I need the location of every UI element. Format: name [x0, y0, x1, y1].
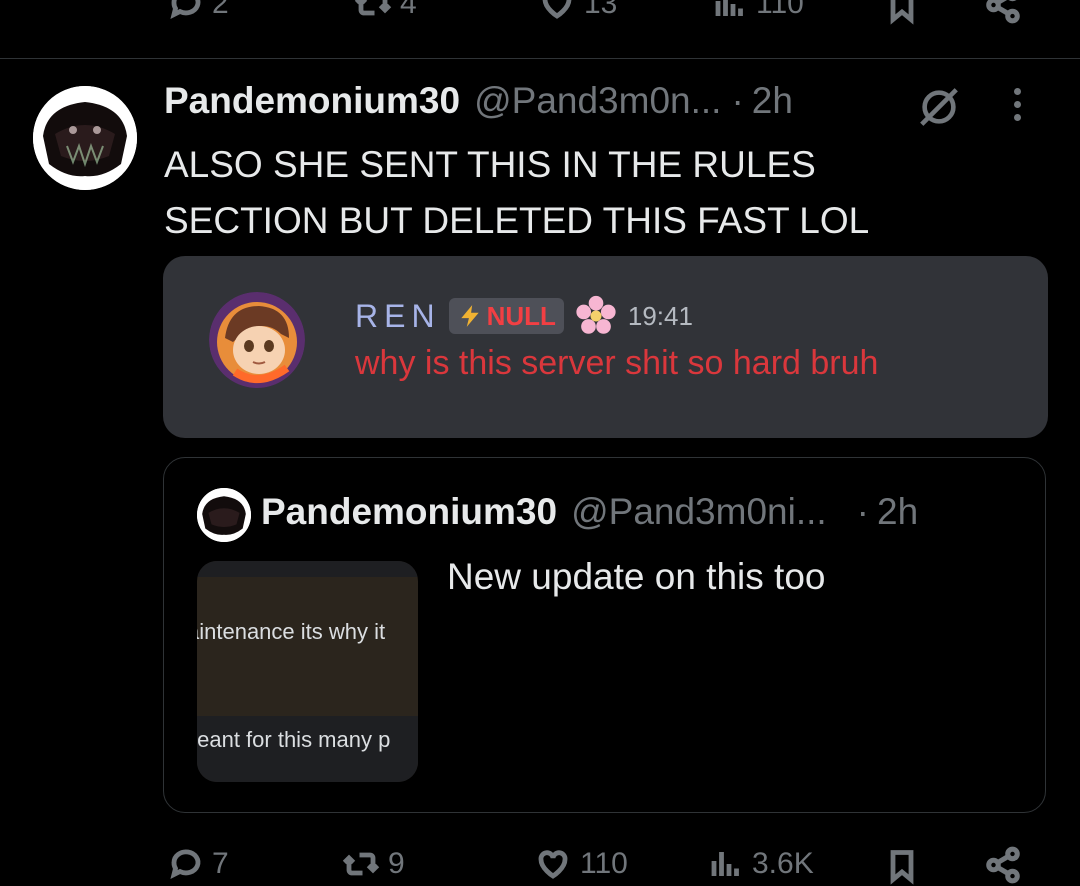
repost-icon [342, 852, 380, 876]
bookmark-icon [890, 850, 914, 885]
media-text-line: ıeant for this many p [197, 727, 391, 752]
author-handle[interactable]: @Pand3m0n... [474, 80, 721, 122]
repost-count: 4 [400, 0, 417, 20]
quoted-handle: @Pand3m0ni... [571, 491, 827, 532]
header-separator: · [731, 80, 744, 121]
like-count: 13 [584, 0, 618, 20]
grok-icon[interactable] [916, 84, 962, 135]
discord-timestamp: 19:41 [627, 300, 693, 331]
quoted-separator: · [856, 491, 869, 532]
discord-user-avatar [209, 292, 305, 388]
views-count: 110 [756, 0, 804, 20]
like-button-top[interactable]: 13 [538, 0, 617, 22]
reply-button[interactable]: 7 [168, 846, 229, 882]
views-button[interactable]: 3.6K [708, 846, 814, 882]
reply-count: 7 [212, 847, 229, 880]
media-top-band [197, 561, 418, 577]
media-text-line: aintenance its why it [197, 619, 386, 644]
repost-button-top[interactable]: 4 [354, 0, 417, 22]
discord-message-text: why is this server shit so hard bruh [355, 344, 879, 382]
tweet-timestamp[interactable]: 2h [752, 80, 793, 122]
discord-role-badge: NULL [448, 298, 564, 334]
share-button-top[interactable] [982, 0, 1024, 24]
reply-icon [170, 0, 201, 19]
share-icon [986, 846, 1020, 884]
more-icon-dot [1014, 114, 1021, 121]
views-count: 3.6K [752, 847, 814, 880]
quoted-author-avatar [197, 488, 251, 542]
bookmark-button-top[interactable] [884, 0, 920, 26]
quoted-tweet[interactable]: Pandemonium30 @Pand3m0ni... · 2h aintena… [163, 457, 1046, 813]
author-avatar[interactable] [33, 86, 137, 190]
author-display-name[interactable]: Pandemonium30 [164, 80, 460, 122]
share-button[interactable] [982, 846, 1024, 884]
views-icon [715, 0, 743, 16]
like-button[interactable]: 110 [534, 846, 628, 882]
bookmark-icon [890, 0, 914, 25]
like-count: 110 [580, 847, 628, 880]
tweet-text-line: SECTION BUT DELETED THIS FAST LOL [164, 200, 870, 241]
views-icon [711, 852, 739, 876]
discord-message-header: REN NULL 19:41 [355, 294, 693, 338]
flower-icon [576, 295, 616, 334]
reply-button-top[interactable]: 2 [168, 0, 229, 22]
tweet-header: Pandemonium30 @Pand3m0n... · 2h [164, 80, 793, 122]
more-icon-dot [1014, 88, 1021, 95]
repost-count: 9 [388, 847, 405, 880]
like-icon [538, 850, 568, 879]
reply-icon [170, 849, 201, 879]
avatar-creature-image [33, 86, 137, 190]
reply-count: 2 [212, 0, 229, 20]
like-icon [542, 0, 572, 19]
repost-icon [354, 0, 392, 16]
share-icon [986, 0, 1020, 24]
attached-discord-screenshot[interactable]: REN NULL 19:41 why is this server shit s… [163, 256, 1048, 438]
quoted-tweet-header: Pandemonium30 @Pand3m0ni... · 2h [261, 491, 918, 533]
lightning-icon [460, 305, 479, 327]
discord-username: REN [355, 297, 441, 334]
repost-button[interactable]: 9 [342, 846, 405, 882]
views-button-top[interactable]: 110 [712, 0, 804, 22]
quoted-timestamp: 2h [877, 491, 919, 532]
more-icon-dot [1014, 101, 1021, 108]
bookmark-button[interactable] [884, 846, 920, 886]
more-options-button[interactable] [1014, 88, 1021, 121]
quoted-media-thumbnail[interactable]: aintenance its why it ıeant for this man… [197, 561, 418, 782]
tweet-text-line: ALSO SHE SENT THIS IN THE RULES [164, 144, 816, 185]
quoted-display-name: Pandemonium30 [261, 491, 558, 532]
tweet-divider [0, 58, 1080, 59]
discord-badge-label: NULL [486, 300, 556, 331]
quoted-tweet-text: New update on this too [447, 556, 826, 597]
tweet-text: ALSO SHE SENT THIS IN THE RULES SECTION … [164, 137, 1024, 249]
